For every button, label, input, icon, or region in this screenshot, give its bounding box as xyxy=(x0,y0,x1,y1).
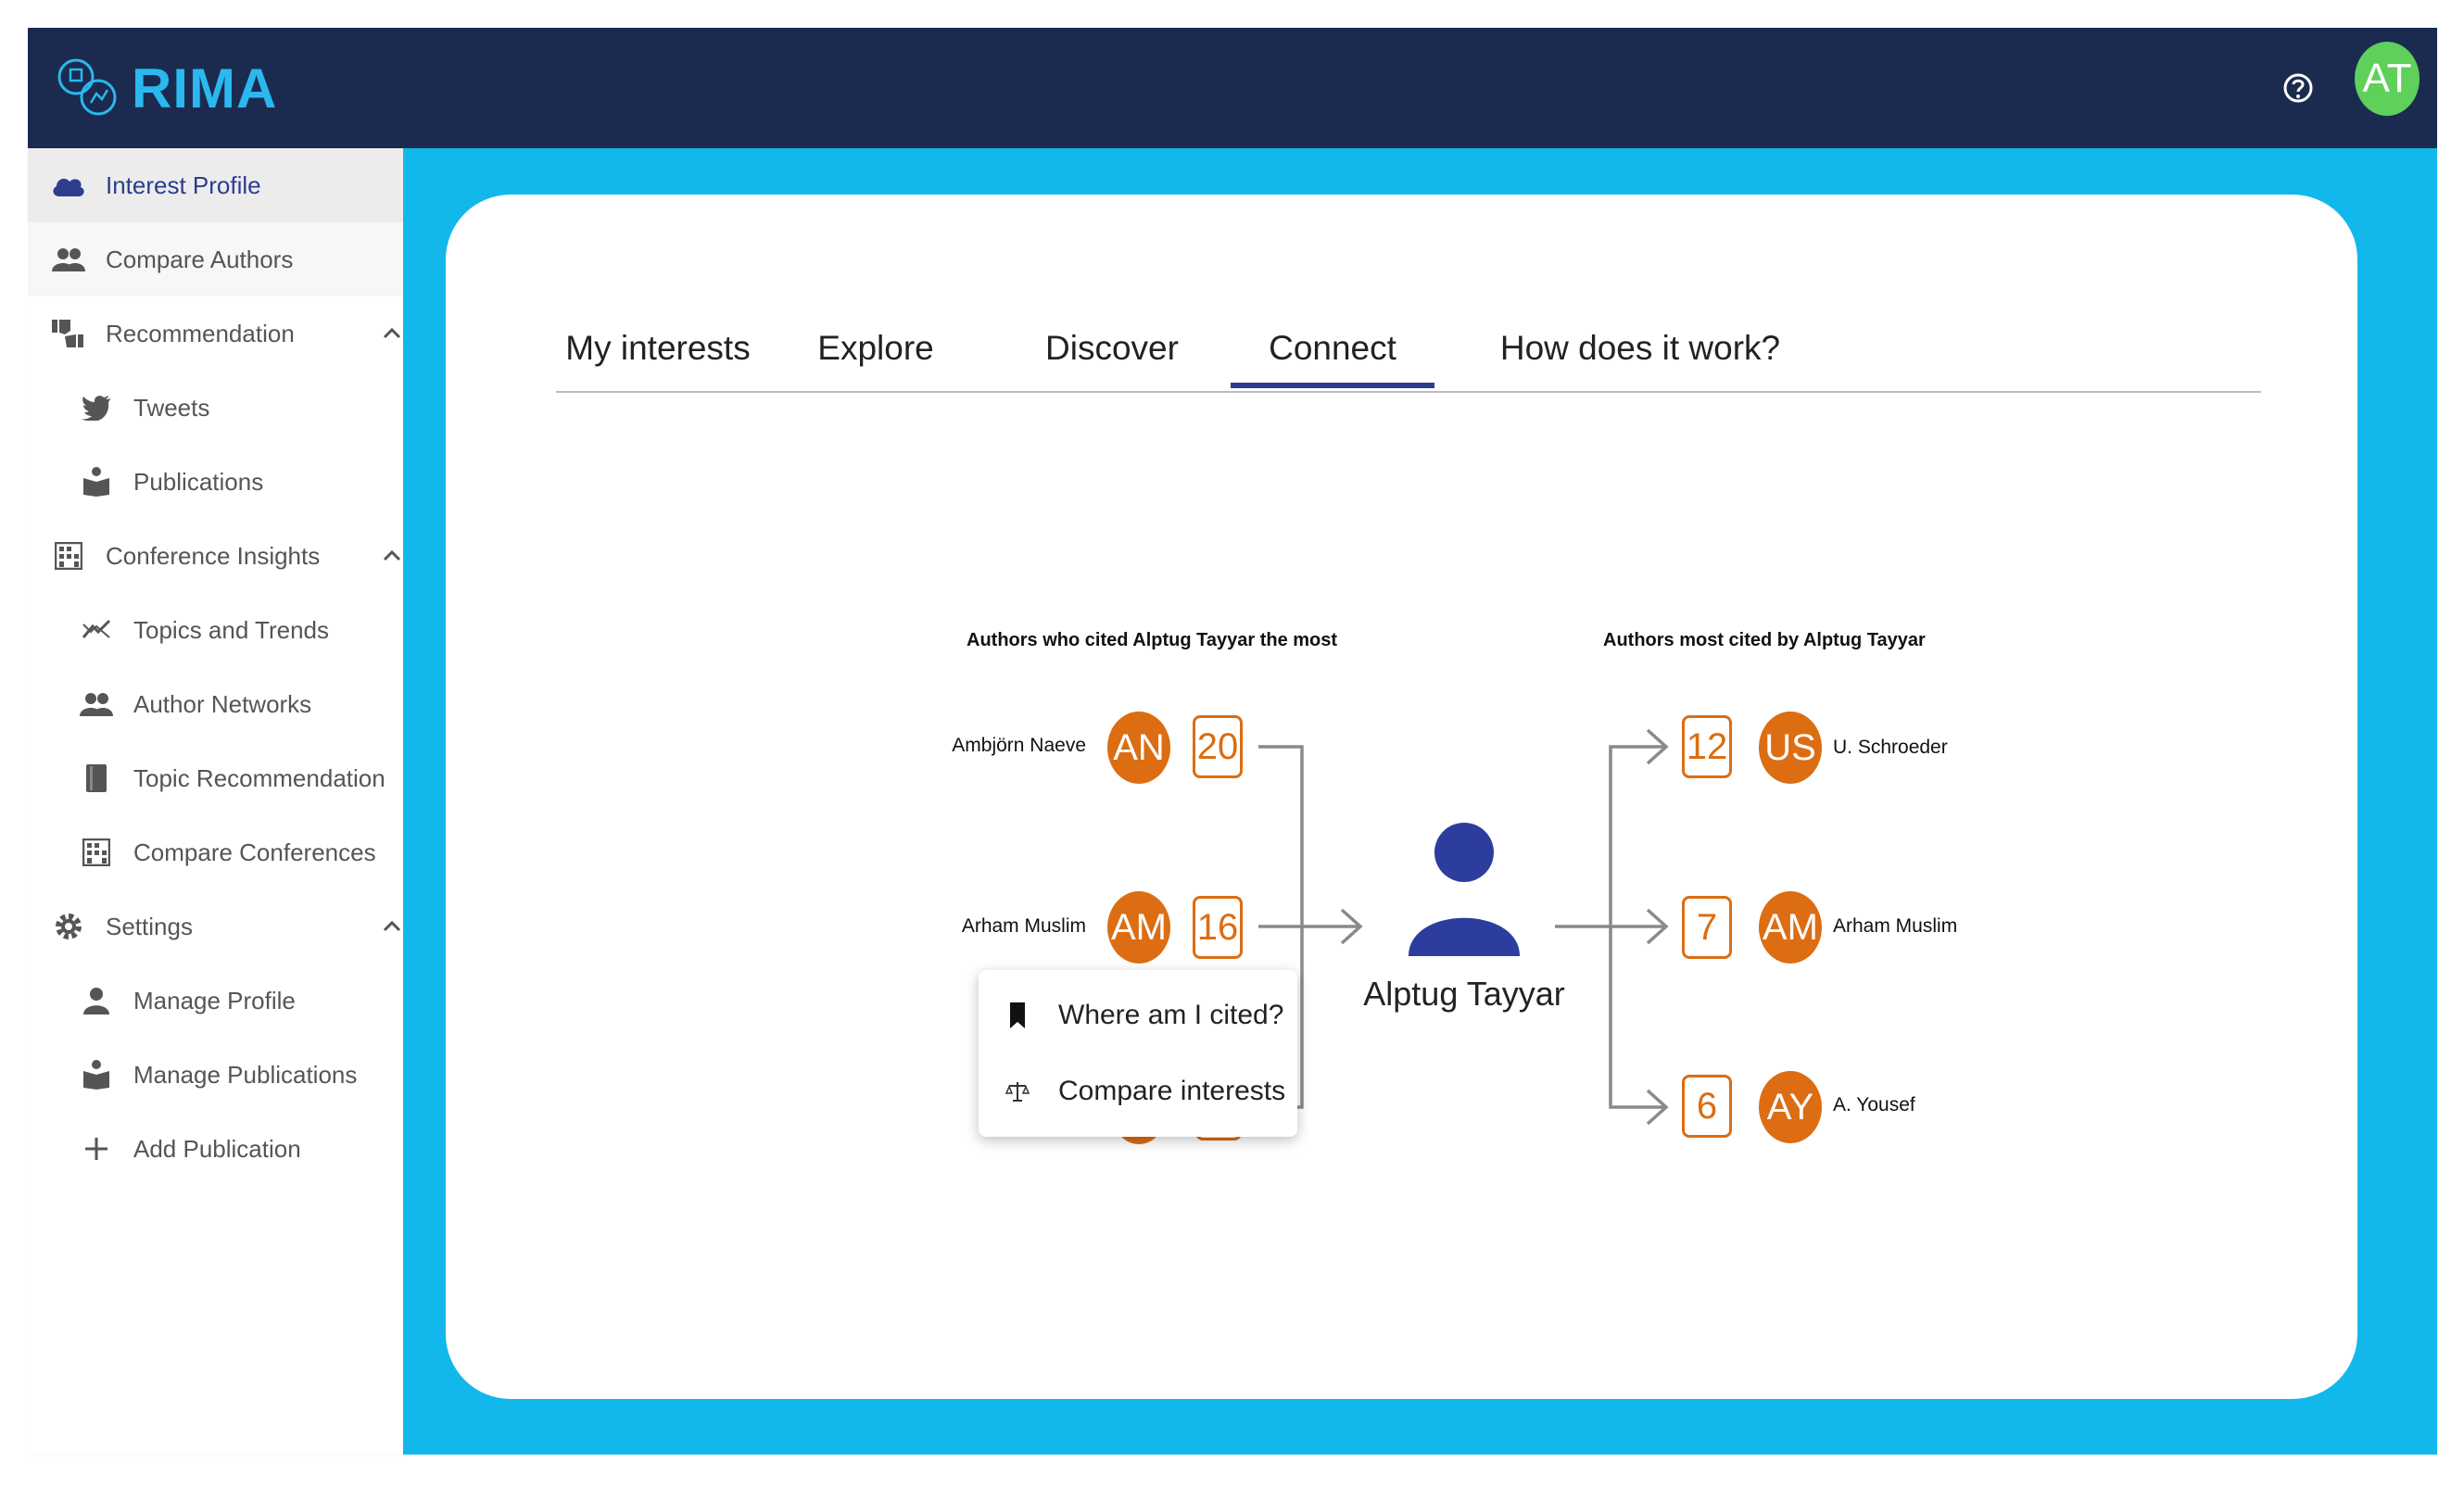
tab-bar: My interests Explore Discover Connect Ho… xyxy=(556,306,2261,393)
cited-author-avatar[interactable]: AM xyxy=(1759,891,1822,964)
cited-author-avatar[interactable]: US xyxy=(1759,712,1822,784)
sidebar: Interest Profile Compare Authors Recomme… xyxy=(28,148,423,1455)
reader-icon xyxy=(76,1054,117,1095)
tab-connect[interactable]: Connect xyxy=(1231,306,1434,391)
menu-item-where-cited[interactable]: Where am I cited? xyxy=(979,977,1297,1053)
rima-logo-icon xyxy=(56,49,120,128)
citation-count-badge[interactable]: 7 xyxy=(1682,896,1732,959)
sidebar-item-conference-insights[interactable]: Conference Insights xyxy=(28,519,423,593)
bookmark-icon xyxy=(1001,999,1034,1032)
person-icon xyxy=(76,980,117,1021)
sidebar-item-label: Settings xyxy=(106,912,193,940)
gear-icon xyxy=(48,906,89,947)
help-icon xyxy=(2283,73,2313,103)
plus-icon xyxy=(76,1128,117,1169)
menu-item-label: Where am I cited? xyxy=(1058,1000,1284,1030)
sidebar-item-label: Manage Profile xyxy=(133,986,296,1014)
chevron-up-icon[interactable] xyxy=(379,914,405,939)
trend-icon xyxy=(76,610,117,650)
twitter-icon xyxy=(76,387,117,428)
citing-author-name: Ambjörn Naeve xyxy=(952,735,1086,756)
sidebar-item-label: Tweets xyxy=(133,393,210,422)
scale-icon xyxy=(1001,1075,1034,1108)
citing-author-name: Arham Muslim xyxy=(961,915,1086,937)
sidebar-item-topics-and-trends[interactable]: Topics and Trends xyxy=(28,593,451,667)
menu-item-label: Compare interests xyxy=(1058,1076,1286,1106)
help-button[interactable] xyxy=(2275,65,2321,111)
sidebar-item-label: Author Networks xyxy=(133,689,312,718)
sidebar-item-label: Conference Insights xyxy=(106,541,321,570)
sidebar-item-recommendation[interactable]: Recommendation xyxy=(28,296,423,371)
sidebar-item-compare-conferences[interactable]: Compare Conferences xyxy=(28,815,451,889)
sidebar-item-label: Compare Conferences xyxy=(133,838,376,866)
author-context-menu: Where am I cited? Compare interests xyxy=(979,970,1297,1137)
sidebar-item-add-publication[interactable]: Add Publication xyxy=(28,1112,451,1186)
user-avatar[interactable]: AT xyxy=(2355,42,2420,116)
sidebar-item-publications[interactable]: Publications xyxy=(28,445,451,519)
sidebar-item-author-networks[interactable]: Author Networks xyxy=(28,667,451,741)
menu-item-compare-interests[interactable]: Compare interests xyxy=(979,1053,1297,1129)
sidebar-item-label: Interest Profile xyxy=(106,170,261,199)
sidebar-item-manage-publications[interactable]: Manage Publications xyxy=(28,1038,451,1112)
tab-how-does-it-work[interactable]: How does it work? xyxy=(1483,306,1798,391)
cited-author-name: A. Yousef xyxy=(1833,1094,1915,1115)
sidebar-item-label: Manage Publications xyxy=(133,1060,358,1089)
sidebar-item-interest-profile[interactable]: Interest Profile xyxy=(28,148,423,222)
sidebar-item-label: Publications xyxy=(133,467,264,496)
sidebar-item-label: Topic Recommendation xyxy=(133,763,385,792)
people-icon xyxy=(48,239,89,280)
citation-count-badge[interactable]: 20 xyxy=(1193,715,1243,778)
tab-my-interests[interactable]: My interests xyxy=(556,306,760,391)
citing-author-avatar[interactable]: AN xyxy=(1107,712,1170,784)
tab-discover[interactable]: Discover xyxy=(1001,306,1223,391)
people-icon xyxy=(76,684,117,725)
citation-count-badge[interactable]: 6 xyxy=(1682,1075,1732,1138)
cited-author-name: U. Schroeder xyxy=(1833,737,1948,758)
app-name: RIMA xyxy=(132,57,278,120)
center-author-name: Alptug Tayyar xyxy=(1363,975,1565,1013)
thumbs-icon xyxy=(48,313,89,354)
building-icon xyxy=(48,536,89,576)
top-bar: RIMA AT xyxy=(28,28,2437,148)
citation-count-badge[interactable]: 12 xyxy=(1682,715,1732,778)
logo[interactable]: RIMA xyxy=(56,42,277,134)
sidebar-item-label: Add Publication xyxy=(133,1134,301,1163)
sidebar-item-label: Recommendation xyxy=(106,319,295,347)
cloud-icon xyxy=(48,165,89,206)
chevron-up-icon[interactable] xyxy=(379,543,405,569)
book-icon xyxy=(76,758,117,799)
sidebar-item-label: Compare Authors xyxy=(106,245,294,273)
center-author-icon xyxy=(1404,817,1524,965)
citing-author-avatar[interactable]: AM xyxy=(1107,891,1170,964)
sidebar-item-label: Topics and Trends xyxy=(133,615,330,644)
reader-icon xyxy=(76,461,117,502)
citing-authors-title: Authors who cited Alptug Tayyar the most xyxy=(967,630,1338,650)
building-icon xyxy=(76,832,117,873)
tab-explore[interactable]: Explore xyxy=(778,306,973,391)
citation-count-badge[interactable]: 16 xyxy=(1193,896,1243,959)
sidebar-item-tweets[interactable]: Tweets xyxy=(28,371,451,445)
sidebar-item-settings[interactable]: Settings xyxy=(28,889,423,964)
cited-authors-title: Authors most cited by Alptug Tayyar xyxy=(1603,630,1926,650)
cited-author-name: Arham Muslim xyxy=(1833,915,1958,937)
active-tab-indicator xyxy=(1231,383,1434,388)
sidebar-item-topic-recommendation[interactable]: Topic Recommendation xyxy=(28,741,451,815)
sidebar-item-compare-authors[interactable]: Compare Authors xyxy=(28,222,423,296)
chevron-up-icon[interactable] xyxy=(379,321,405,347)
sidebar-item-manage-profile[interactable]: Manage Profile xyxy=(28,964,451,1038)
cited-author-avatar[interactable]: AY xyxy=(1759,1071,1822,1143)
